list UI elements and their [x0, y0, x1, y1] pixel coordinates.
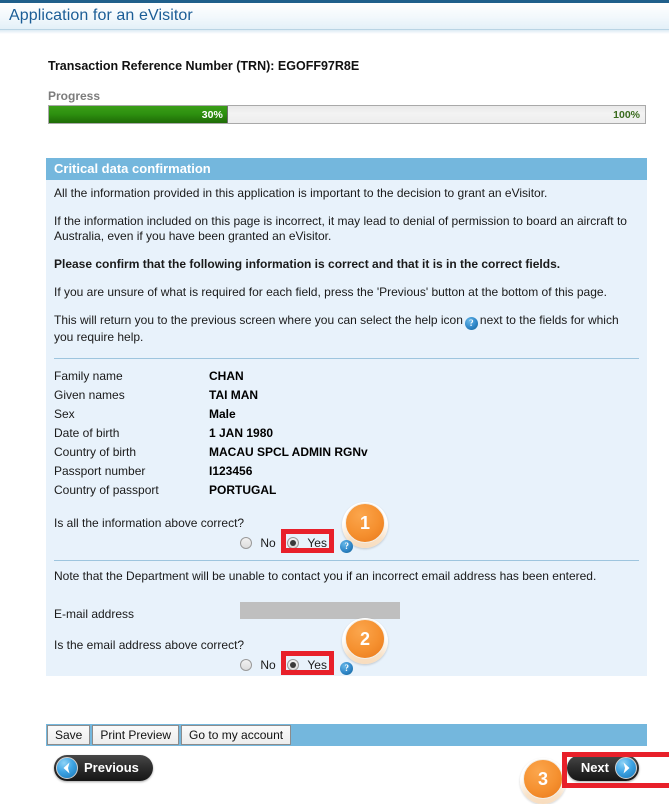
detail-label-sex: Sex: [54, 407, 75, 421]
help-icon[interactable]: ?: [340, 540, 354, 553]
detail-label-date-of-birth: Date of birth: [54, 426, 120, 440]
table-row: Country of passport PORTUGAL: [54, 483, 368, 502]
question-2-text: Is the email address above correct?: [54, 638, 245, 652]
save-button[interactable]: Save: [47, 725, 91, 745]
question-1-radio-no[interactable]: No: [240, 536, 282, 550]
question-1-radio-yes[interactable]: Yes: [287, 536, 333, 550]
window-title-bar: Application for an eVisitor: [0, 0, 669, 30]
critical-data-confirmation-panel: Critical data confirmation All the infor…: [46, 158, 647, 676]
detail-value-passport-number: I123456: [209, 464, 253, 478]
progress-bar: 30% 100%: [48, 105, 646, 124]
help-icon: ?: [464, 317, 478, 330]
table-row: Given names TAI MAN: [54, 388, 368, 407]
detail-value-given-names: TAI MAN: [209, 388, 259, 402]
previous-button-label: Previous: [84, 760, 139, 775]
detail-label-passport-number: Passport number: [54, 464, 146, 478]
table-row: Sex Male: [54, 407, 368, 426]
question-2-radio-group[interactable]: No Yes ?: [240, 658, 355, 675]
radio-circle-yes[interactable]: [287, 659, 300, 671]
question-1-radio-group[interactable]: No Yes ?: [240, 536, 355, 553]
page-title: Application for an eVisitor: [9, 7, 193, 24]
table-row: Date of birth 1 JAN 1980: [54, 426, 368, 445]
progress-current-value: 30%: [201, 109, 223, 121]
table-row: Passport number I123456: [54, 464, 368, 483]
step-badge-3: 3: [520, 758, 566, 804]
detail-label-family-name: Family name: [54, 369, 123, 383]
panel-paragraph-2: If the information included on this page…: [54, 214, 627, 243]
question-2-row: Is the email address above correct? 2 No…: [54, 618, 639, 676]
previous-button[interactable]: Previous: [54, 755, 153, 781]
email-address-label: E-mail address: [54, 607, 135, 621]
question-1-radio-no-label: No: [260, 536, 276, 550]
question-2-radio-yes[interactable]: Yes: [287, 658, 333, 672]
step-badge-3-number: 3: [523, 759, 563, 799]
panel-header: Critical data confirmation: [46, 158, 647, 180]
detail-value-country-of-passport: PORTUGAL: [209, 483, 277, 497]
detail-label-given-names: Given names: [54, 388, 125, 402]
progress-max-value: 100%: [613, 109, 640, 121]
transaction-reference-number: Transaction Reference Number (TRN): EGOF…: [48, 59, 360, 73]
question-2-radio-no-label: No: [260, 658, 276, 672]
radio-circle-yes[interactable]: [287, 537, 300, 549]
question-1-row: Is all the information above correct? 1 …: [54, 502, 639, 554]
step-badge-2-number: 2: [345, 619, 385, 659]
email-note: Note that the Department will be unable …: [54, 569, 597, 583]
detail-value-family-name: CHAN: [209, 369, 244, 383]
panel-paragraph-3: Please confirm that the following inform…: [54, 257, 561, 271]
next-button-label: Next: [580, 760, 609, 775]
question-1-radio-yes-label: Yes: [307, 536, 327, 550]
table-row: Family name CHAN: [54, 369, 368, 388]
applicant-details-table: Family name CHAN Given names TAI MAN Sex…: [54, 369, 368, 502]
table-row: Country of birth MACAU SPCL ADMIN RGNv: [54, 445, 368, 464]
divider-above-details: [54, 358, 639, 359]
navigation-bar: Previous 3 Next: [46, 752, 669, 804]
panel-paragraph-5-before: This will return you to the previous scr…: [54, 313, 463, 327]
detail-value-sex: Male: [209, 407, 236, 421]
question-2-radio-yes-label: Yes: [307, 658, 327, 672]
question-2-radio-no[interactable]: No: [240, 658, 282, 672]
progress-bar-fill: 30%: [49, 106, 228, 123]
form-toolbar: Save Print Preview Go to my account: [46, 724, 647, 746]
detail-value-date-of-birth: 1 JAN 1980: [209, 426, 274, 440]
chevron-left-icon: [56, 757, 78, 779]
title-bar-shadow: [0, 30, 669, 34]
radio-circle-no[interactable]: [240, 537, 252, 549]
email-address-value-redacted: [240, 602, 400, 619]
go-to-my-account-button[interactable]: Go to my account: [181, 725, 292, 745]
detail-label-country-of-birth: Country of birth: [54, 445, 137, 459]
print-preview-button[interactable]: Print Preview: [92, 725, 180, 745]
question-1-text: Is all the information above correct?: [54, 516, 245, 530]
divider-below-question-1: [54, 560, 639, 561]
chevron-right-icon: [615, 757, 637, 779]
panel-body: All the information provided in this app…: [46, 180, 647, 676]
help-icon[interactable]: ?: [340, 662, 354, 675]
radio-circle-no[interactable]: [240, 659, 252, 671]
detail-label-country-of-passport: Country of passport: [54, 483, 159, 497]
progress-label: Progress: [48, 89, 101, 103]
panel-paragraph-1: All the information provided in this app…: [54, 186, 548, 200]
panel-paragraph-5: This will return you to the previous scr…: [54, 313, 639, 345]
next-button[interactable]: Next: [566, 755, 639, 781]
panel-paragraph-4: If you are unsure of what is required fo…: [54, 285, 607, 299]
detail-value-country-of-birth: MACAU SPCL ADMIN RGNv: [209, 445, 368, 459]
